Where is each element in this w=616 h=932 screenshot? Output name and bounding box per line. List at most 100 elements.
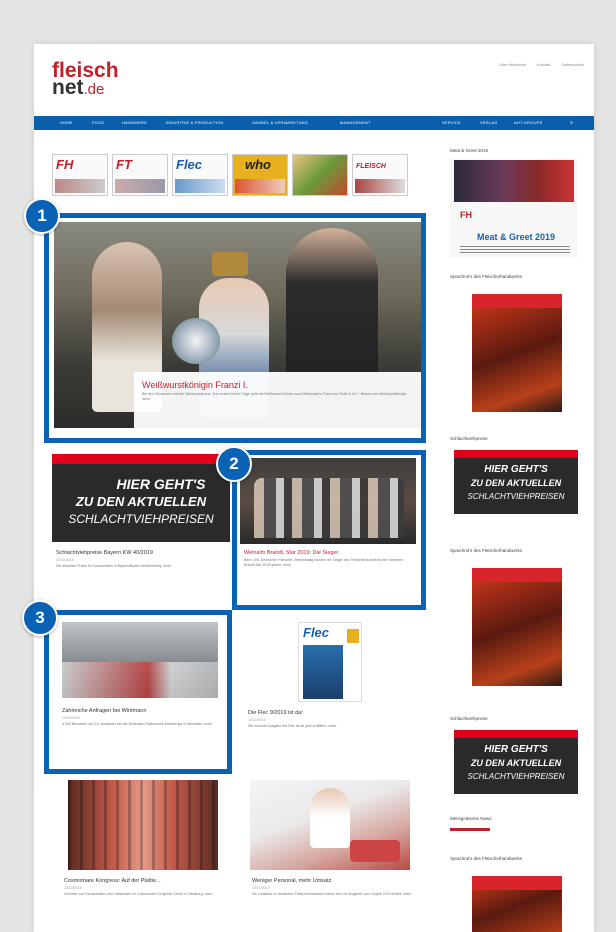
nav-item-management[interactable]: MANAGEMENT: [340, 120, 371, 125]
magazine-title: Flec: [176, 157, 203, 172]
butcher-photo: [250, 780, 410, 870]
meat-greet-ad[interactable]: FH Meat & Greet 2019: [450, 158, 578, 258]
sidebar-title: Sprachrohr des Fleischerhandwerks: [450, 856, 523, 861]
schlachtvieh-banner: HIER GEHT'S ZU DEN AKTUELLEN SCHLACHTVIE…: [52, 454, 230, 542]
card-text: Vertreter von Fachschaften und Lieferant…: [64, 892, 213, 896]
meat-greet-headline: Meat & Greet 2019: [476, 232, 556, 242]
highlight-frame-2: [232, 450, 426, 610]
callout-badge-2: 2: [216, 446, 252, 482]
sidebar-title: Sprachrohr des Fleischerhandwerks: [450, 548, 523, 553]
banner-line1: HIER GEHT'S: [484, 464, 548, 475]
magazine-cover-ad[interactable]: [472, 294, 562, 412]
highlight-frame-3: [44, 610, 232, 774]
magazine-cover[interactable]: [292, 154, 348, 196]
schlachtvieh-banner[interactable]: HIER GEHT'S ZU DEN AKTUELLEN SCHLACHTVIE…: [454, 730, 578, 794]
banner-line1: HIER GEHT'S: [116, 476, 206, 492]
banner-line3: SCHLACHTVIEHPREISEN: [68, 512, 214, 526]
top-links: Über fleischnet Kontakt Datenschutz: [489, 62, 584, 67]
news-link-line[interactable]: [450, 828, 490, 831]
nav-item-service[interactable]: SERVICE: [442, 120, 461, 125]
flec-cover-image: [303, 645, 343, 699]
banner-line2: ZU DEN AKTUELLEN: [75, 494, 207, 509]
sidebar-title: Meistgelesene News: [450, 816, 492, 821]
card-caption: Schlachtviehpreise Bayern KW 40/2019 10/…: [56, 550, 226, 569]
magazine-title: who: [245, 157, 271, 172]
magazine-cover-ad[interactable]: [472, 568, 562, 686]
nav-item-industrie[interactable]: INDUSTRIE & PRODUKTION: [166, 120, 224, 125]
magazine-image: [235, 179, 285, 193]
flec-logo: Flec: [303, 625, 330, 640]
banner-line1: HIER GEHT'S: [484, 744, 548, 755]
card-caption: Die Flec 9/2019 ist da! 10/10/2019 Die n…: [248, 710, 416, 729]
ad-image: [454, 160, 574, 202]
card-date: 10/10/2019: [56, 558, 74, 562]
highlight-frame-1: [44, 213, 426, 443]
sidebar-title: Schlachtviehpreise: [450, 716, 488, 721]
magazine-cover-ad[interactable]: [472, 876, 562, 932]
search-icon[interactable]: ⚲: [570, 120, 573, 125]
nav-item-handwerk[interactable]: HANDWERK: [122, 120, 147, 125]
card-text: Die aktuellen Preise für Schlachtvieh in…: [56, 564, 172, 568]
card-text: Die neueste Ausgabe der Flec ist ab jetz…: [248, 724, 337, 728]
top-link[interactable]: Datenschutz: [562, 62, 584, 67]
banner-line2: ZU DEN AKTUELLEN: [470, 758, 562, 768]
card-caption: Weniger Personal, mehr Umsatz 10/10/2019…: [252, 878, 418, 897]
callout-badge-1: 1: [24, 198, 60, 234]
site-logo[interactable]: fleisch net.de: [52, 60, 119, 99]
article-card[interactable]: Weniger Personal, mehr Umsatz 10/10/2019…: [246, 780, 422, 930]
meat-display-photo: [68, 780, 218, 870]
nav-item-food[interactable]: FOOD: [92, 120, 104, 125]
nav-item-verlag[interactable]: VERLAG: [480, 120, 497, 125]
magazine-image: [55, 179, 105, 193]
card-caption: Cosmomare Kongress: Auf der Plattie... 1…: [64, 878, 224, 897]
card-title[interactable]: Schlachtviehpreise Bayern KW 40/2019: [56, 550, 226, 556]
magazine-image: [355, 179, 405, 193]
nav-item-home[interactable]: HOME: [60, 120, 73, 125]
magazine-image: [115, 179, 165, 193]
magazine-title: FT: [116, 157, 132, 172]
sidebar-title: Schlachtviehpreise: [450, 436, 488, 441]
banner-line3: SCHLACHTVIEHPREISEN: [467, 772, 565, 781]
nav-item-handel[interactable]: HANDEL & VERMARKTUNG: [252, 120, 308, 125]
article-card[interactable]: Cosmomare Kongress: Auf der Plattie... 1…: [58, 780, 228, 930]
card-title[interactable]: Cosmomare Kongress: Auf der Plattie...: [64, 878, 224, 884]
ad-subtext: [460, 246, 570, 254]
article-card[interactable]: Flec Die Flec 9/2019 ist da! 10/10/2019 …: [244, 618, 420, 758]
display-bars: [68, 780, 218, 870]
magazine-cover[interactable]: FT: [112, 154, 168, 196]
cover-header: [472, 876, 562, 890]
red-stripe: [454, 450, 578, 458]
red-stripe: [52, 454, 230, 464]
logo-name: net: [52, 76, 84, 99]
red-stripe: [454, 730, 578, 738]
magazine-cover[interactable]: Flec: [172, 154, 228, 196]
banner-line2: ZU DEN AKTUELLEN: [470, 478, 562, 488]
cover-header: [472, 294, 562, 308]
card-date: 10/10/2019: [64, 886, 82, 890]
nav-item-aht[interactable]: AHT-GROUPS: [514, 120, 542, 125]
top-link[interactable]: Über fleischnet: [499, 62, 526, 67]
card-title[interactable]: Weniger Personal, mehr Umsatz: [252, 878, 418, 884]
flec-cover: Flec: [298, 622, 362, 702]
magazine-image: [175, 179, 225, 193]
magazine-cover[interactable]: FLEISCH: [352, 154, 408, 196]
main-navigation: HOME FOOD HANDWERK INDUSTRIE & PRODUKTIO…: [34, 116, 594, 130]
meat-tray: [350, 840, 400, 862]
card-date: 10/10/2019: [248, 718, 266, 722]
magazine-cover[interactable]: FH: [52, 154, 108, 196]
card-text: Die Umsätze im deutschen Fleischerhandwe…: [252, 892, 412, 896]
schlachtvieh-banner[interactable]: HIER GEHT'S ZU DEN AKTUELLEN SCHLACHTVIE…: [454, 450, 578, 514]
cover-header: [472, 568, 562, 582]
magazine-title: FLEISCH: [356, 163, 386, 170]
card-title[interactable]: Die Flec 9/2019 ist da!: [248, 710, 416, 716]
magazine-cover[interactable]: who: [232, 154, 288, 196]
callout-badge-3: 3: [22, 600, 58, 636]
fh-logo: FH: [460, 210, 472, 220]
banner-line3: SCHLACHTVIEHPREISEN: [467, 492, 565, 501]
article-card[interactable]: HIER GEHT'S ZU DEN AKTUELLEN SCHLACHTVIE…: [52, 454, 230, 610]
flec-badge: [347, 629, 359, 643]
sidebar-title: Meat & Greet 2019: [450, 148, 489, 153]
top-link[interactable]: Kontakt: [537, 62, 551, 67]
card-date: 10/10/2019: [252, 886, 270, 890]
person-figure: [310, 788, 350, 848]
